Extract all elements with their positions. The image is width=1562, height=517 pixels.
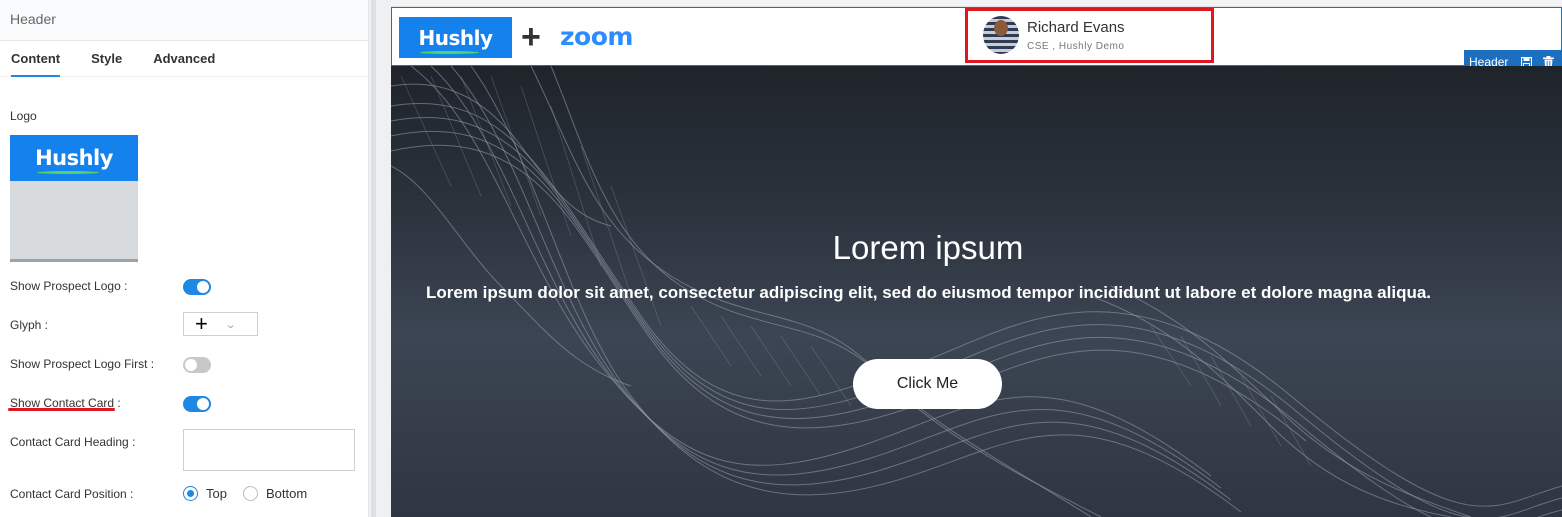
tab-advanced[interactable]: Advanced [153,41,215,77]
logo-label: Logo [10,109,37,123]
hushly-brand-logo: Hushly [399,17,512,58]
plus-icon: + [195,311,208,336]
tab-content[interactable]: Content [11,41,61,77]
avatar [983,16,1019,54]
panel-tabs: Content Style Advanced [0,41,368,77]
contact-card-heading-input[interactable] [183,429,355,471]
hero-text: Lorem ipsum dolor sit amet, consectetur … [425,283,1432,302]
show-prospect-logo-first-label: Show Prospect Logo First : [10,357,155,371]
glyph-select[interactable]: + ⌄ [183,312,258,336]
contact-card-position-label: Contact Card Position : [10,487,134,501]
glyph-label: Glyph : [10,318,49,332]
radio-top[interactable] [183,486,198,501]
tab-style[interactable]: Style [91,41,122,77]
panel-splitter[interactable] [369,0,391,517]
chevron-down-icon: ⌄ [224,318,237,331]
panel-title: Header [0,0,368,41]
preview-top-strip [391,0,1562,7]
settings-panel: Header Content Style Advanced Logo Hushl… [0,0,369,517]
show-prospect-logo-toggle[interactable] [183,279,211,295]
hero-title: Lorem ipsum [832,229,1024,266]
show-prospect-logo-label: Show Prospect Logo : [10,279,128,293]
preview-header[interactable]: Hushly + zoom Richard Evans CSE , Hushly… [391,7,1562,74]
radio-bottom-label: Bottom [265,486,308,501]
preview-canvas: Hushly + zoom Richard Evans CSE , Hushly… [391,0,1562,517]
red-underline-annotation [8,408,115,411]
radio-top-label: Top [206,486,227,501]
radio-bottom[interactable] [242,486,258,501]
contact-name: Richard Evans [1027,19,1125,36]
hushly-logo: Hushly [35,146,113,174]
contact-card-position-radio-group: Top Bottom [183,486,323,501]
show-prospect-logo-first-toggle[interactable] [183,357,211,373]
click-me-button[interactable]: Click Me [853,359,1002,409]
logo-preview: Hushly [10,135,138,181]
zoom-brand-logo: zoom [560,22,633,51]
hero-section: Lorem ipsum Lorem ipsum dolor sit amet, … [391,66,1562,517]
plus-glyph-icon: + [521,18,541,56]
show-contact-card-toggle[interactable] [183,396,211,412]
contact-card-heading-label: Contact Card Heading : [10,435,136,449]
logo-upload[interactable]: Hushly [10,135,138,262]
contact-card[interactable]: Richard Evans CSE , Hushly Demo [965,8,1214,63]
contact-subtitle: CSE , Hushly Demo [1027,41,1125,52]
